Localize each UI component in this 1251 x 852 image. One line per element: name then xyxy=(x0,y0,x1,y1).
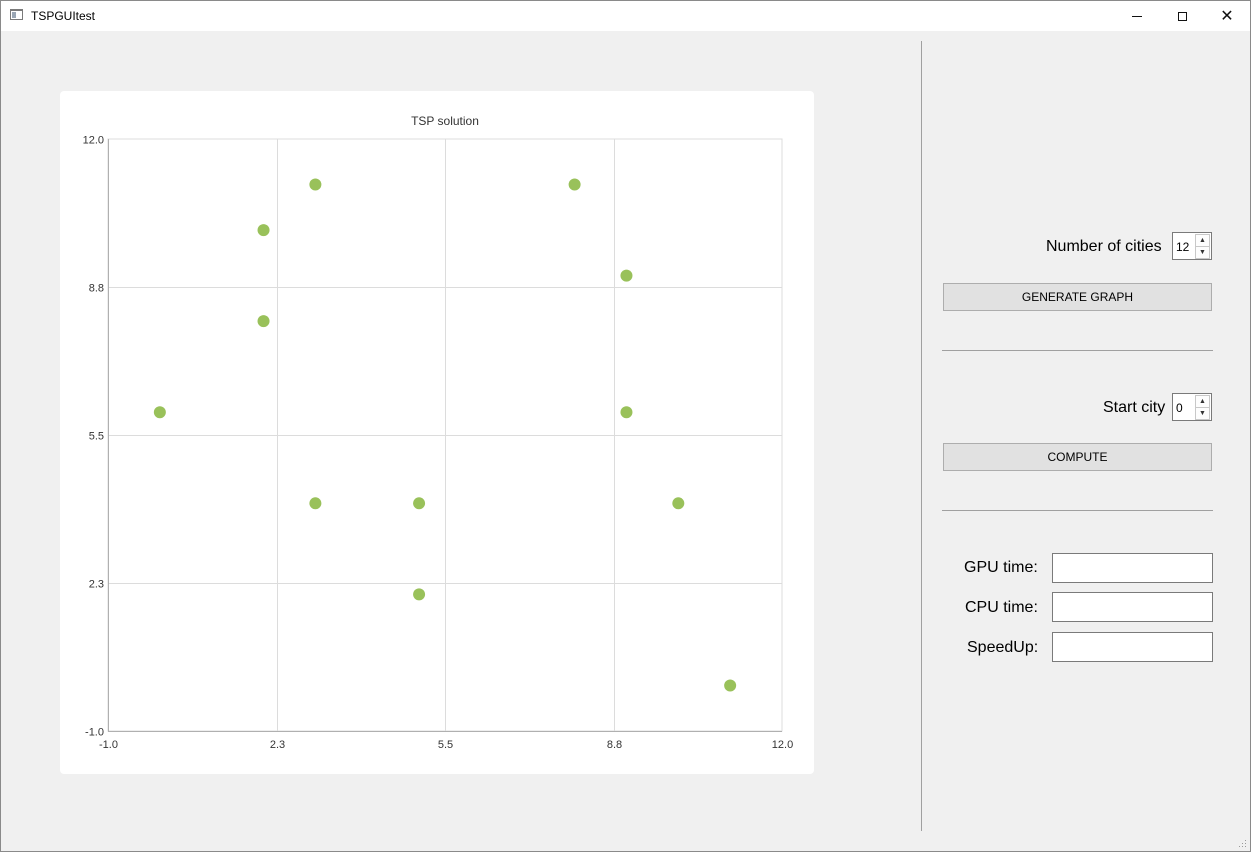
city-point[interactable] xyxy=(672,497,685,510)
resize-grip-icon[interactable] xyxy=(1239,840,1247,848)
speedup-label: SpeedUp: xyxy=(967,639,1039,656)
chart-title: TSP solution xyxy=(411,114,479,128)
city-point[interactable] xyxy=(413,497,426,510)
maximize-button[interactable] xyxy=(1159,1,1205,31)
horizontal-divider xyxy=(942,510,1213,511)
spin-down-icon[interactable]: ▼ xyxy=(1195,407,1210,420)
maximize-icon xyxy=(1177,11,1187,21)
num-cities-arrows: ▲ ▼ xyxy=(1195,234,1210,259)
close-icon: ✕ xyxy=(1220,8,1234,25)
x-tick-label: 8.8 xyxy=(607,739,622,751)
city-point[interactable] xyxy=(153,406,166,419)
app-window: TSPGUItest ✕ TSP solution -1.0 2.3 5.5 8.8 12… xyxy=(0,0,1251,852)
num-cities-spinbox[interactable]: 12 ▲ ▼ xyxy=(1172,232,1212,260)
chart-view: TSP solution -1.0 2.3 5.5 8.8 12.0 -1.0 2.3 5.5 8… xyxy=(60,91,814,774)
y-tick-label: -1.0 xyxy=(85,727,104,739)
city-point[interactable] xyxy=(568,178,581,191)
city-point[interactable] xyxy=(413,588,426,601)
gpu-time-label: GPU time: xyxy=(964,559,1038,576)
window-title: TSPGUItest xyxy=(31,9,96,23)
vertical-divider xyxy=(921,41,922,831)
horizontal-divider xyxy=(942,350,1213,351)
app-window-icon xyxy=(10,9,23,20)
city-point[interactable] xyxy=(309,178,322,191)
minimize-button[interactable] xyxy=(1114,1,1160,31)
city-point[interactable] xyxy=(620,406,633,419)
start-city-label: Start city xyxy=(1103,399,1166,416)
num-cities-label: Number of cities xyxy=(1046,238,1162,255)
x-tick-label: 5.5 xyxy=(438,739,453,751)
title-bar[interactable]: TSPGUItest ✕ xyxy=(1,1,1250,31)
y-tick-label: 2.3 xyxy=(89,579,104,591)
x-tick-label: 12.0 xyxy=(772,739,793,751)
x-tick-label: -1.0 xyxy=(99,739,118,751)
start-city-arrows: ▲ ▼ xyxy=(1195,395,1210,420)
y-tick-label: 5.5 xyxy=(89,431,104,443)
gpu-time-field[interactable] xyxy=(1052,553,1213,583)
scatter-chart: TSP solution -1.0 2.3 5.5 8.8 12.0 -1.0 2.3 5.5 8… xyxy=(83,114,794,751)
compute-button[interactable]: COMPUTE xyxy=(943,443,1212,471)
spin-down-icon[interactable]: ▼ xyxy=(1195,246,1210,259)
city-point[interactable] xyxy=(620,269,633,282)
city-point[interactable] xyxy=(257,224,270,237)
y-tick-label: 8.8 xyxy=(89,283,104,295)
speedup-field[interactable] xyxy=(1052,632,1213,662)
cpu-time-label: CPU time: xyxy=(965,599,1038,616)
city-point[interactable] xyxy=(724,679,737,692)
x-tick-label: 2.3 xyxy=(270,739,285,751)
minimize-icon xyxy=(1132,15,1142,17)
num-cities-value[interactable]: 12 xyxy=(1176,240,1189,254)
close-button[interactable]: ✕ xyxy=(1204,1,1250,31)
y-tick-label: 12.0 xyxy=(83,135,104,147)
cpu-time-field[interactable] xyxy=(1052,592,1213,622)
generate-graph-button[interactable]: GENERATE GRAPH xyxy=(943,283,1212,311)
start-city-value[interactable]: 0 xyxy=(1176,401,1183,415)
start-city-spinbox[interactable]: 0 ▲ ▼ xyxy=(1172,393,1212,421)
city-point[interactable] xyxy=(309,497,322,510)
city-point[interactable] xyxy=(257,315,270,328)
